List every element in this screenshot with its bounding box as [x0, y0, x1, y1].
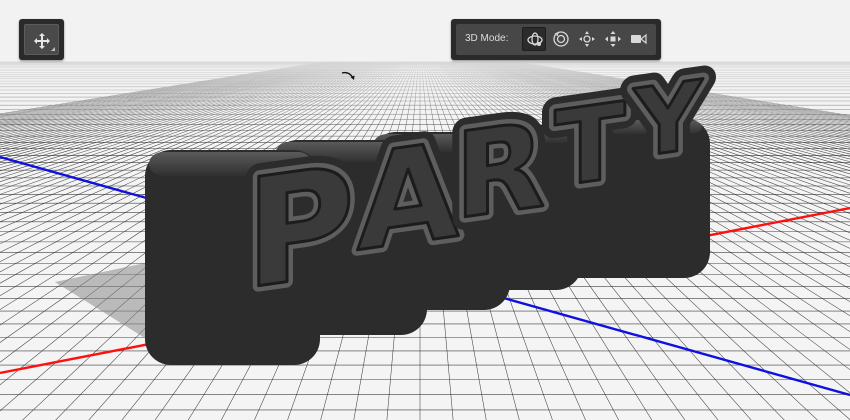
- letter-face-t: T: [555, 80, 626, 211]
- 3d-mode-label: 3D Mode:: [465, 33, 509, 44]
- letter-face-y: Y: [633, 61, 704, 180]
- rotate-3d-icon: [527, 32, 543, 46]
- letter-face-r: R: [455, 96, 546, 246]
- rotate-3d-button[interactable]: [522, 27, 546, 51]
- move-tool-panel: [19, 19, 64, 60]
- slide-3d-icon: [605, 31, 621, 47]
- letter-face-p: P: [245, 133, 355, 324]
- move-icon: [34, 33, 50, 49]
- submenu-corner-icon: [51, 47, 55, 51]
- roll-3d-icon: [553, 31, 569, 47]
- rotate-cursor-icon: [341, 71, 355, 80]
- pan-3d-icon: [579, 31, 595, 47]
- slide-3d-button[interactable]: [601, 27, 625, 51]
- 3d-mode-bar: 3D Mode:: [451, 19, 661, 60]
- pan-3d-button[interactable]: [575, 27, 599, 51]
- move-tool-button[interactable]: [24, 24, 59, 55]
- letter-face-a: A: [357, 114, 459, 282]
- roll-3d-button[interactable]: [549, 27, 573, 51]
- scale-3d-button[interactable]: [627, 27, 651, 51]
- scale-3d-icon: [631, 33, 647, 45]
- 3d-canvas[interactable]: PPP AAARRR TTT YYY: [0, 0, 850, 420]
